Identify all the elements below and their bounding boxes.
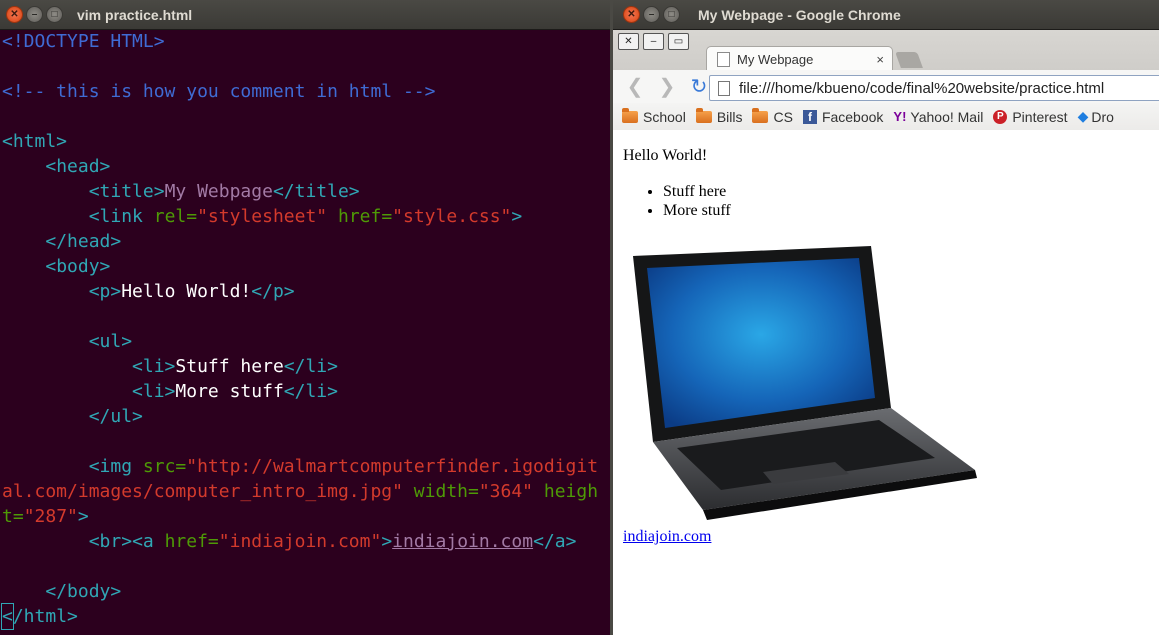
close-icon[interactable]: ✕ xyxy=(618,33,639,50)
bookmark-facebook[interactable]: f Facebook xyxy=(802,109,883,125)
list-item: More stuff xyxy=(663,201,731,220)
code-line: <li>Stuff here</li> xyxy=(132,356,338,377)
code-line: <title>My Webpage</title> xyxy=(88,181,360,202)
terminal-title: vim practice.html xyxy=(77,6,193,23)
code-line: </ul> xyxy=(88,406,143,427)
terminal-window[interactable]: ✕ – □ vim practice.html <!DOCTYPE HTML> … xyxy=(0,0,610,635)
folder-icon xyxy=(752,107,769,123)
browser-title: My Webpage - Google Chrome xyxy=(698,6,901,23)
code-line: <!-- this is how you comment in html --> xyxy=(2,81,436,102)
tab-my-webpage[interactable]: My Webpage × xyxy=(706,46,893,71)
terminal-titlebar[interactable]: ✕ – □ vim practice.html xyxy=(0,0,610,30)
yahoo-icon: Y! xyxy=(893,109,907,124)
code-line: <br><a href="indiajoin.com">indiajoin.co… xyxy=(88,531,577,552)
minimize-icon[interactable]: – xyxy=(26,6,43,23)
code-line: <html> xyxy=(2,131,68,152)
text-cursor: < xyxy=(1,603,14,630)
dropbox-icon: ◆ xyxy=(1077,108,1089,124)
tab-strip: ✕ – ▭ My Webpage × xyxy=(613,30,1159,71)
code-line: </body> xyxy=(45,581,122,602)
folder-icon xyxy=(622,107,638,123)
code-line: <p>Hello World!</p> xyxy=(88,281,295,302)
bookmark-bills[interactable]: Bills xyxy=(695,107,742,125)
maximize-icon[interactable]: □ xyxy=(46,6,63,23)
bookmark-yahoo-mail[interactable]: Y! Yahoo! Mail xyxy=(893,109,983,125)
pinterest-icon: P xyxy=(993,109,1008,124)
page-list: Stuff here More stuff xyxy=(623,182,731,220)
facebook-icon: f xyxy=(802,109,817,124)
close-icon[interactable]: ✕ xyxy=(623,6,640,23)
code-line: <link rel="stylesheet" href="style.css"> xyxy=(88,206,523,227)
code-line: </html> xyxy=(1,603,78,630)
page-content: Hello World! Stuff here More stuff xyxy=(613,130,1159,635)
code-line: <ul> xyxy=(88,331,133,352)
bookmark-cs[interactable]: CS xyxy=(752,107,793,125)
code-line: <img src="http://walmartcomputerfinder.i… xyxy=(88,456,599,477)
minimize-icon[interactable]: – xyxy=(643,33,664,50)
code-line: <head> xyxy=(45,156,111,177)
new-tab-button[interactable] xyxy=(895,52,923,68)
browser-window[interactable]: ✕ – □ My Webpage - Google Chrome ✕ – ▭ M… xyxy=(613,0,1159,635)
forward-icon[interactable]: ❯ xyxy=(657,74,677,99)
tab-label: My Webpage xyxy=(737,51,814,67)
minimize-icon[interactable]: – xyxy=(643,6,660,23)
bookmark-school[interactable]: School xyxy=(622,107,686,125)
list-item: Stuff here xyxy=(663,182,731,201)
bookmark-dropbox[interactable]: ◆ Dro xyxy=(1078,108,1114,125)
close-icon[interactable]: ✕ xyxy=(6,6,23,23)
reload-icon[interactable]: ↻ xyxy=(689,74,709,99)
url-text: file:///home/kbueno/code/final%20website… xyxy=(739,79,1105,97)
page-icon xyxy=(717,51,730,67)
page-icon xyxy=(718,80,730,96)
code-line: t="287"> xyxy=(2,506,89,527)
indiajoin-link[interactable]: indiajoin.com xyxy=(623,528,711,546)
close-icon[interactable]: × xyxy=(876,52,884,67)
bookmark-pinterest[interactable]: P Pinterest xyxy=(993,109,1068,125)
code-line: <!DOCTYPE HTML> xyxy=(2,31,165,52)
code-line: al.com/images/computer_intro_img.jpg" wi… xyxy=(2,481,599,502)
browser-titlebar[interactable]: ✕ – □ My Webpage - Google Chrome xyxy=(613,0,1159,30)
page-paragraph: Hello World! xyxy=(623,147,708,164)
laptop-image xyxy=(633,246,977,520)
code-line: </head> xyxy=(45,231,122,252)
folder-icon xyxy=(695,107,712,123)
code-line: <body> xyxy=(45,256,111,277)
browser-toolbar: ❮ ❯ ↻ file:///home/kbueno/code/final%20w… xyxy=(613,70,1159,103)
address-bar[interactable]: file:///home/kbueno/code/final%20website… xyxy=(709,75,1159,101)
maximize-icon[interactable]: □ xyxy=(663,6,680,23)
back-icon[interactable]: ❮ xyxy=(625,74,645,99)
bookmarks-bar: School Bills CS f Facebook Y! Yahoo! Mail … xyxy=(613,103,1159,131)
maximize-icon[interactable]: ▭ xyxy=(668,33,689,50)
code-line: <li>More stuff</li> xyxy=(132,381,338,402)
vim-editor[interactable]: <!DOCTYPE HTML> <!-- this is how you com… xyxy=(0,29,610,630)
